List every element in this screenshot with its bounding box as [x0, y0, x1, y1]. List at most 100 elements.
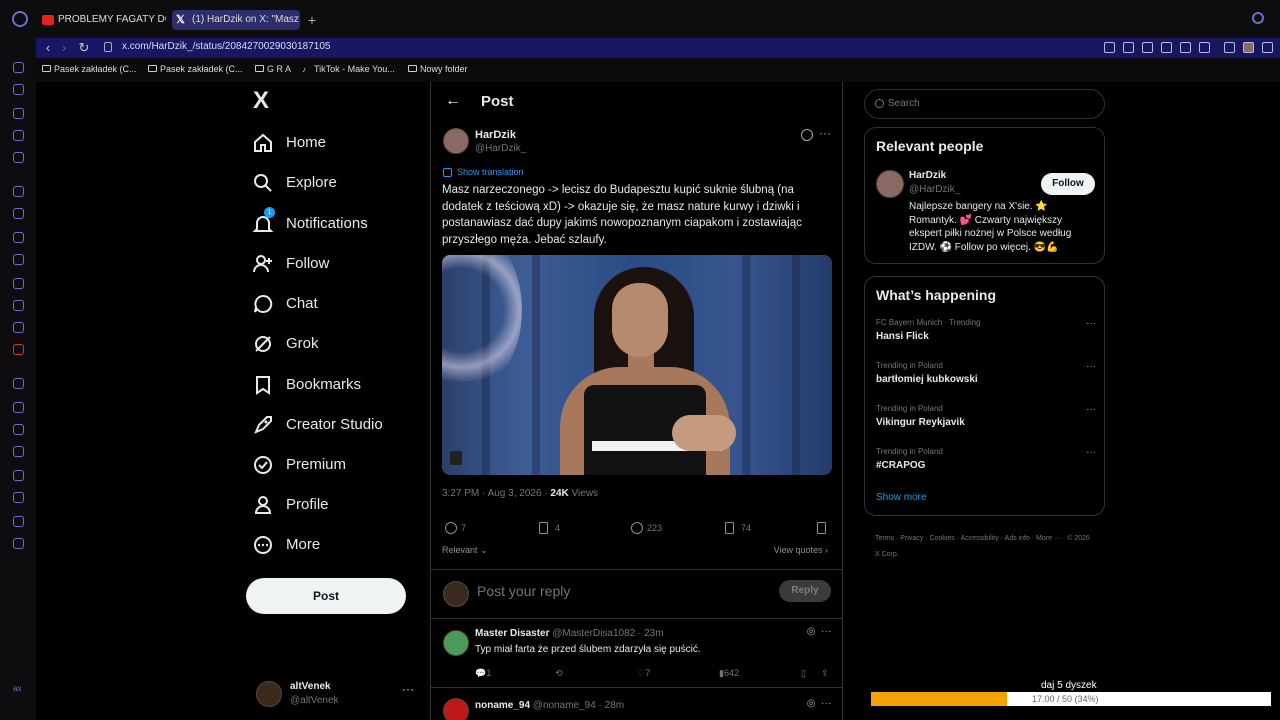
show-more-link[interactable]: Show more — [876, 492, 927, 503]
trend-item[interactable]: Trending in Poland Vikingur Reykjavik ··… — [876, 404, 1096, 438]
discord-icon[interactable] — [13, 254, 24, 265]
reply-action[interactable]: 7 — [445, 522, 466, 536]
like-action[interactable]: ♡ 7 — [637, 668, 650, 679]
mail-icon[interactable] — [13, 152, 24, 163]
person-handle[interactable]: @HarDzik_ — [909, 184, 960, 195]
repost-action[interactable]: ⟲ — [555, 668, 563, 679]
views-action[interactable]: ▮ 642 — [719, 668, 739, 679]
share-action[interactable] — [817, 522, 833, 536]
more-icon[interactable]: ··· — [1086, 318, 1096, 329]
shield-icon[interactable] — [1142, 42, 1153, 53]
reply-sort-dropdown[interactable]: Relevant ⌄ — [442, 545, 488, 556]
more-icon[interactable]: ··· — [821, 698, 831, 709]
back-arrow-icon[interactable]: ← — [445, 92, 461, 110]
comment-item[interactable]: Master Disaster @MasterDisa1082 · 23m ◎ … — [431, 620, 843, 688]
messenger-icon[interactable] — [13, 62, 24, 73]
wallet-icon[interactable] — [13, 108, 24, 119]
post-button[interactable]: Post — [246, 578, 406, 614]
browser-logo-icon[interactable] — [12, 11, 28, 27]
percent-icon[interactable] — [13, 208, 24, 219]
snapshot-icon[interactable] — [1123, 42, 1134, 53]
forward-icon[interactable]: › — [56, 40, 72, 56]
person-name[interactable]: HarDzik — [909, 170, 946, 181]
author-avatar[interactable] — [443, 128, 469, 154]
bookmark-folder[interactable]: G R A — [255, 64, 291, 74]
share-icon[interactable]: ⇪ — [821, 668, 829, 679]
comment-menu[interactable]: ◎ ··· — [807, 626, 831, 637]
notes-icon[interactable] — [13, 130, 24, 141]
author-handle[interactable]: @HarDzik_ — [475, 143, 526, 154]
heart-icon[interactable] — [13, 424, 24, 435]
comment-author[interactable]: Master Disaster @MasterDisa1082 · 23m — [475, 628, 664, 639]
bookmark-action[interactable]: 74 — [725, 522, 751, 536]
bookmark-tiktok[interactable]: ♪ TikTok - Make You... — [302, 64, 395, 74]
browser-tab-youtube[interactable]: PROBLEMY FAGATY DOPIE — [38, 10, 166, 30]
bookmark-page-icon[interactable] — [1104, 42, 1115, 53]
lock-icon[interactable] — [104, 42, 112, 52]
grok-icon[interactable]: ◎ — [807, 626, 816, 637]
comment-item[interactable]: noname_94 @noname_94 · 28m ◎ ··· — [431, 692, 843, 720]
twitch-icon[interactable] — [13, 186, 24, 197]
browser-tab-x[interactable]: 𝕏 (1) HarDzik on X: "Masz na — [172, 10, 300, 30]
more-icon[interactable]: ··· — [1086, 447, 1096, 458]
url-field[interactable]: x.com/HarDzik_/status/208427002903018710… — [122, 41, 330, 52]
reload-icon[interactable]: ↻ — [76, 40, 92, 56]
extensions-icon[interactable] — [1224, 42, 1235, 53]
trend-item[interactable]: Trending in Poland #CRAPOG ··· — [876, 447, 1096, 481]
search-input[interactable]: Search — [864, 89, 1105, 119]
tab-search-icon[interactable] — [1252, 12, 1264, 24]
avatar[interactable] — [443, 698, 469, 720]
chat-icon[interactable] — [13, 232, 24, 243]
comment-menu[interactable]: ◎ ··· — [807, 698, 831, 709]
author-name[interactable]: HarDzik — [475, 129, 516, 141]
avatar[interactable] — [443, 630, 469, 656]
avatar[interactable] — [876, 170, 904, 198]
account-more-icon[interactable]: ··· — [402, 682, 414, 696]
reply-input[interactable]: Post your reply — [477, 583, 570, 599]
heart-icon[interactable] — [1199, 42, 1210, 53]
more-icon[interactable]: ··· — [819, 126, 831, 140]
more-icon[interactable]: ··· — [1086, 361, 1096, 372]
more-icon[interactable]: ··· — [1086, 404, 1096, 415]
bookmark-icon[interactable]: ▯ — [801, 668, 806, 679]
account-switcher[interactable]: altVenek @altVenek ··· — [252, 676, 422, 716]
bookmark-folder[interactable]: Pasek zakładek (C... — [42, 64, 137, 74]
footer-links[interactable]: Terms · Privacy · Cookies · Accessibilit… — [875, 531, 1095, 563]
instagram-icon[interactable] — [13, 278, 24, 289]
view-quotes-link[interactable]: View quotes › — [774, 545, 828, 555]
settings-icon[interactable] — [13, 538, 24, 549]
telegram-icon[interactable] — [13, 322, 24, 333]
post-video[interactable] — [442, 255, 832, 475]
grok-icon[interactable]: ◎ — [807, 698, 816, 709]
clock-icon[interactable] — [13, 470, 24, 481]
reply-button[interactable]: Reply — [779, 580, 831, 602]
x-logo-icon[interactable]: X — [253, 89, 275, 113]
music-icon[interactable] — [13, 378, 24, 389]
ai-icon[interactable]: ax — [13, 684, 24, 695]
vpn-icon[interactable] — [1180, 42, 1191, 53]
download-icon[interactable] — [1262, 42, 1273, 53]
cube-icon[interactable] — [13, 516, 24, 527]
bookmark-folder[interactable]: Pasek zakładek (C... — [148, 64, 243, 74]
grok-icon[interactable] — [801, 129, 813, 141]
history-icon[interactable] — [13, 84, 24, 95]
reply-action[interactable]: 💬 1 — [475, 668, 491, 679]
profile-icon[interactable] — [1243, 42, 1254, 53]
like-action[interactable]: 223 — [631, 522, 662, 536]
more-icon[interactable]: ··· — [821, 626, 831, 637]
x-icon[interactable] — [13, 300, 24, 311]
trend-item[interactable]: Trending in Poland bartłomiej kubkowski … — [876, 361, 1096, 395]
comment-author[interactable]: noname_94 @noname_94 · 28m — [475, 700, 624, 711]
follow-button[interactable]: Follow — [1041, 173, 1095, 195]
layers-icon[interactable] — [13, 446, 24, 457]
download-icon[interactable] — [13, 492, 24, 503]
new-tab-button[interactable]: + — [304, 10, 320, 30]
video-control-icon[interactable] — [450, 451, 462, 465]
back-icon[interactable]: ‹ — [40, 40, 56, 56]
app-icon[interactable] — [13, 344, 24, 355]
trend-item[interactable]: FC Bayern Munich · Trending Hansi Flick … — [876, 318, 1096, 352]
bookmark-folder[interactable]: Nowy folder — [408, 64, 468, 74]
translate-icon[interactable] — [1161, 42, 1172, 53]
show-translation-link[interactable]: Show translation — [457, 167, 524, 177]
play-icon[interactable] — [13, 402, 24, 413]
